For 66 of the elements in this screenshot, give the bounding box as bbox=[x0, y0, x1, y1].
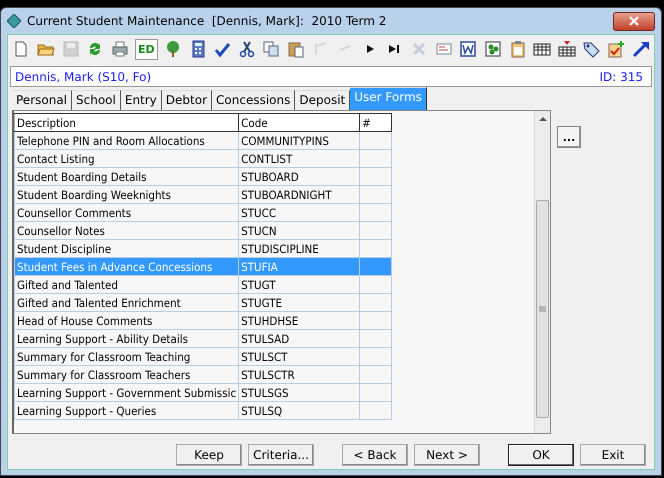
document-icon[interactable] bbox=[459, 40, 478, 58]
edit-button[interactable]: ED bbox=[135, 38, 158, 60]
table-cell[interactable]: CONTLIST bbox=[238, 150, 360, 168]
student-name: Dennis, Mark (S10, Fo) bbox=[15, 70, 152, 84]
scrollbar[interactable] bbox=[534, 111, 550, 433]
dialog-button[interactable]: OK bbox=[508, 444, 574, 466]
table-cell[interactable]: STUBOARD bbox=[238, 168, 360, 186]
table-cell[interactable]: Counsellor Notes bbox=[14, 222, 239, 240]
table-cell[interactable]: Learning Support - Ability Details bbox=[14, 330, 239, 348]
paste-icon[interactable] bbox=[286, 40, 306, 58]
column-header[interactable]: # bbox=[360, 114, 392, 132]
window-title: Current Student Maintenance [Dennis, Mark]: 2010 Term 2 bbox=[27, 14, 386, 28]
copy-icon[interactable] bbox=[262, 40, 281, 58]
table-cell[interactable]: STULSCTR bbox=[238, 366, 360, 384]
scroll-up-icon[interactable] bbox=[538, 116, 546, 121]
table-icon[interactable] bbox=[557, 40, 576, 58]
tab[interactable]: Personal bbox=[12, 90, 72, 110]
table-cell[interactable]: Head of House Comments bbox=[14, 312, 239, 330]
table-cell[interactable]: Counsellor Comments bbox=[14, 204, 239, 222]
tab[interactable]: Debtor bbox=[162, 90, 212, 110]
column-header[interactable]: Code bbox=[238, 114, 360, 132]
tab[interactable]: Concessions bbox=[212, 90, 296, 110]
table-cell[interactable]: STUCC bbox=[238, 204, 360, 222]
table-cell[interactable]: STUGT bbox=[238, 276, 360, 294]
dialog-button[interactable]: Keep bbox=[176, 444, 242, 466]
table-cell[interactable]: Telephone PIN and Room Allocations bbox=[14, 132, 239, 150]
table-cell[interactable]: Gifted and Talented bbox=[14, 276, 239, 294]
dialog-button[interactable]: Criteria... bbox=[248, 444, 314, 466]
scroll-thumb[interactable] bbox=[536, 200, 549, 418]
table-cell[interactable]: STUBOARDNIGHT bbox=[238, 186, 360, 204]
table-cell[interactable]: STUGTE bbox=[238, 294, 360, 312]
table-cell[interactable]: Summary for Classroom Teaching bbox=[14, 348, 239, 366]
student-id: ID: 315 bbox=[599, 70, 643, 84]
table-cell[interactable]: Student Boarding Details bbox=[14, 168, 239, 186]
tab[interactable]: School bbox=[72, 90, 121, 110]
table-cell[interactable]: Learning Support - Queries bbox=[14, 402, 239, 420]
table-cell[interactable]: STUCN bbox=[238, 222, 360, 240]
table-cell[interactable]: STULSQ bbox=[238, 402, 360, 420]
close-button[interactable] bbox=[613, 12, 655, 30]
table-cell[interactable]: STULSCT bbox=[238, 348, 360, 366]
table-cell[interactable]: STUHDHSE bbox=[238, 312, 360, 330]
checklist-icon[interactable] bbox=[606, 40, 626, 58]
dialog-button[interactable]: Next > bbox=[414, 444, 480, 466]
tag-icon[interactable] bbox=[582, 40, 601, 58]
printer-icon[interactable] bbox=[110, 40, 130, 58]
table-cell[interactable]: COMMUNITYPINS bbox=[238, 132, 360, 150]
dialog-button[interactable]: < Back bbox=[342, 444, 408, 466]
table-cell[interactable]: STUDISCIPLINE bbox=[238, 240, 360, 258]
table-cell[interactable]: Student Discipline bbox=[14, 240, 239, 258]
tab[interactable]: Deposit bbox=[295, 90, 350, 110]
table-cell[interactable]: Learning Support - Government Submissic bbox=[14, 384, 239, 402]
close-icon[interactable] bbox=[628, 16, 640, 26]
dots-grid-icon[interactable] bbox=[484, 40, 502, 58]
table-cell[interactable]: STULSGS bbox=[238, 384, 360, 402]
column-header[interactable]: Description bbox=[14, 114, 239, 132]
arrow-icon[interactable] bbox=[631, 40, 650, 58]
table-cell[interactable]: STULSAD bbox=[238, 330, 360, 348]
table-cell[interactable]: Gifted and Talented Enrichment bbox=[14, 294, 239, 312]
tab[interactable]: Entry bbox=[120, 90, 162, 110]
scissors-icon[interactable] bbox=[238, 40, 256, 58]
more-button[interactable]: ... bbox=[557, 126, 581, 148]
dialog-button[interactable]: Exit bbox=[580, 444, 646, 466]
table-cell[interactable]: Contact Listing bbox=[14, 150, 239, 168]
app-icon bbox=[7, 14, 21, 28]
table-cell[interactable]: Student Boarding Weeknights bbox=[14, 186, 239, 204]
table-cell[interactable]: Summary for Classroom Teachers bbox=[14, 366, 239, 384]
